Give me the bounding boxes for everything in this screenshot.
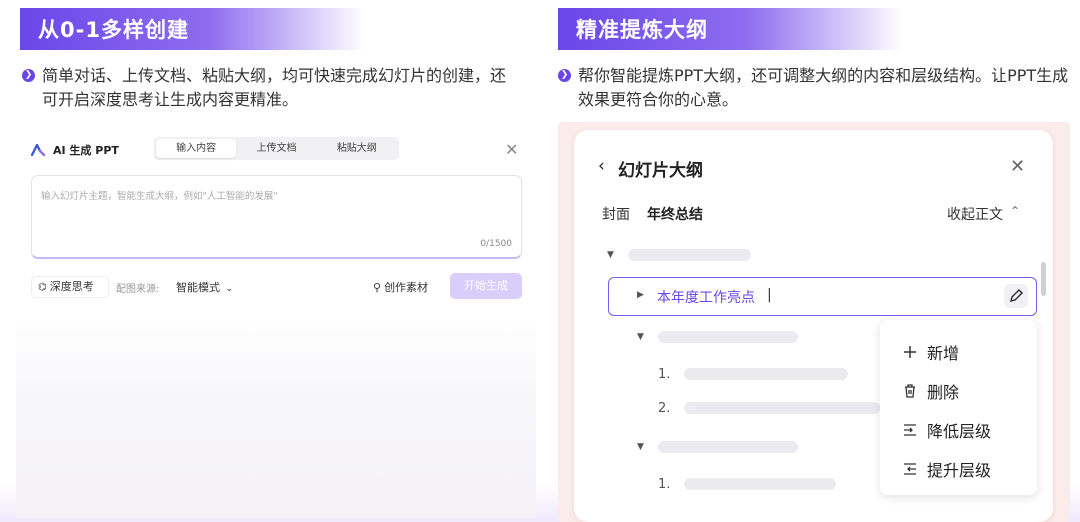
menu-item-label: 新增 bbox=[927, 344, 960, 363]
plus-icon bbox=[902, 344, 918, 360]
right-section-title: 精准提炼大纲 bbox=[558, 8, 903, 50]
outline-placeholder-bar bbox=[684, 478, 836, 490]
menu-item-add[interactable]: 新增 bbox=[902, 340, 959, 364]
bullet-arrow-icon: ❯ bbox=[22, 69, 35, 82]
left-description-text: 简单对话、上传文档、粘贴大纲，均可快速完成幻灯片的创建，还可开启深度思考让生成内… bbox=[42, 66, 507, 109]
menu-item-label: 提升层级 bbox=[927, 461, 992, 480]
topic-input[interactable]: 输入幻灯片主题，智能生成大纲，例如"人工智能的发展" 0/1500 bbox=[31, 175, 522, 259]
outline-placeholder-bar bbox=[684, 402, 880, 414]
outline-placeholder-bar bbox=[658, 331, 798, 343]
close-icon[interactable]: ✕ bbox=[505, 140, 518, 159]
image-source-select[interactable]: 智能模式 ⌄ bbox=[176, 279, 233, 295]
chevron-up-icon[interactable]: ⌃ bbox=[1010, 204, 1020, 218]
dialog-fade bbox=[16, 318, 536, 518]
menu-item-label: 删除 bbox=[927, 383, 960, 402]
menu-item-label: 降低层级 bbox=[927, 422, 992, 441]
right-description-text: 帮你智能提炼PPT大纲，还可调整大纲的内容和层级结构。让PPT生成效果更符合你的… bbox=[578, 66, 1069, 109]
expand-triangle-icon[interactable]: ▼ bbox=[607, 250, 614, 260]
menu-item-promote[interactable]: 提升层级 bbox=[902, 457, 991, 481]
selected-outline-item[interactable]: ▶ 本年度工作亮点 | bbox=[608, 277, 1037, 316]
deep-think-label: 深度思考 bbox=[49, 280, 94, 293]
indent-icon bbox=[902, 422, 918, 438]
input-mode-tabs: 输入内容 上传文档 粘贴大纲 bbox=[154, 137, 399, 160]
cover-title[interactable]: 年终总结 bbox=[647, 204, 703, 224]
left-section-title: 从0-1多样创建 bbox=[20, 8, 365, 50]
brain-icon: ⌬ bbox=[38, 282, 47, 293]
topic-input-placeholder: 输入幻灯片主题，智能生成大纲，例如"人工智能的发展" bbox=[41, 191, 278, 202]
menu-item-demote[interactable]: 降低层级 bbox=[902, 418, 991, 442]
right-section-description: ❯ 帮你智能提炼PPT大纲，还可调整大纲的内容和层级结构。让PPT生成效果更符合… bbox=[558, 64, 1073, 112]
tab-upload-document[interactable]: 上传文档 bbox=[236, 139, 316, 158]
outline-placeholder-bar bbox=[658, 441, 798, 453]
chevron-down-icon: ⌄ bbox=[225, 284, 234, 294]
expand-triangle-icon[interactable]: ▼ bbox=[637, 442, 644, 452]
image-source-label: 配图来源: bbox=[116, 284, 160, 295]
left-section-description: ❯ 简单对话、上传文档、粘贴大纲，均可快速完成幻灯片的创建，还可开启深度思考让生… bbox=[22, 64, 512, 112]
bullet-arrow-icon: ❯ bbox=[558, 69, 571, 82]
deep-think-button[interactable]: ⌬ 深度思考 bbox=[31, 276, 109, 298]
material-label: 创作素材 bbox=[384, 281, 429, 294]
tab-input-content[interactable]: 输入内容 bbox=[156, 139, 237, 158]
paperclip-icon: ⚲ bbox=[373, 281, 382, 294]
outline-placeholder-bar bbox=[684, 368, 848, 380]
trash-icon bbox=[902, 383, 918, 399]
image-source-value: 智能模式 bbox=[176, 281, 220, 294]
collapsed-triangle-icon[interactable]: ▶ bbox=[637, 290, 644, 300]
ai-logo-label: AI 生成 PPT bbox=[53, 144, 119, 157]
outline-number: 1. bbox=[658, 367, 671, 382]
start-generate-button[interactable]: 开始生成 bbox=[450, 273, 522, 299]
ai-logo: AI 生成 PPT bbox=[31, 142, 119, 158]
ai-logo-icon bbox=[31, 144, 46, 156]
material-button[interactable]: ⚲ 创作素材 bbox=[373, 279, 428, 295]
tab-paste-outline[interactable]: 粘贴大纲 bbox=[317, 139, 397, 158]
close-icon[interactable]: ✕ bbox=[1010, 156, 1025, 177]
text-cursor: | bbox=[767, 287, 772, 303]
outdent-icon bbox=[902, 461, 918, 477]
cover-label: 封面 bbox=[602, 207, 630, 223]
menu-item-delete[interactable]: 删除 bbox=[902, 379, 959, 403]
outline-number: 2. bbox=[658, 401, 671, 416]
edit-pencil-icon[interactable] bbox=[1004, 284, 1028, 308]
collapse-body-button[interactable]: 收起正文 bbox=[947, 204, 1003, 224]
expand-triangle-icon[interactable]: ▼ bbox=[637, 332, 644, 342]
context-menu: 新增 删除 降低层级 提升层级 bbox=[880, 320, 1037, 495]
back-arrow-icon[interactable]: ‹ bbox=[598, 156, 605, 176]
char-count: 0/1500 bbox=[480, 239, 512, 249]
outline-placeholder-bar bbox=[628, 249, 751, 261]
selected-item-text[interactable]: 本年度工作亮点 bbox=[657, 287, 755, 307]
scrollbar[interactable] bbox=[1041, 262, 1046, 296]
outline-title: 幻灯片大纲 bbox=[618, 161, 703, 181]
outline-number: 1. bbox=[658, 477, 671, 492]
